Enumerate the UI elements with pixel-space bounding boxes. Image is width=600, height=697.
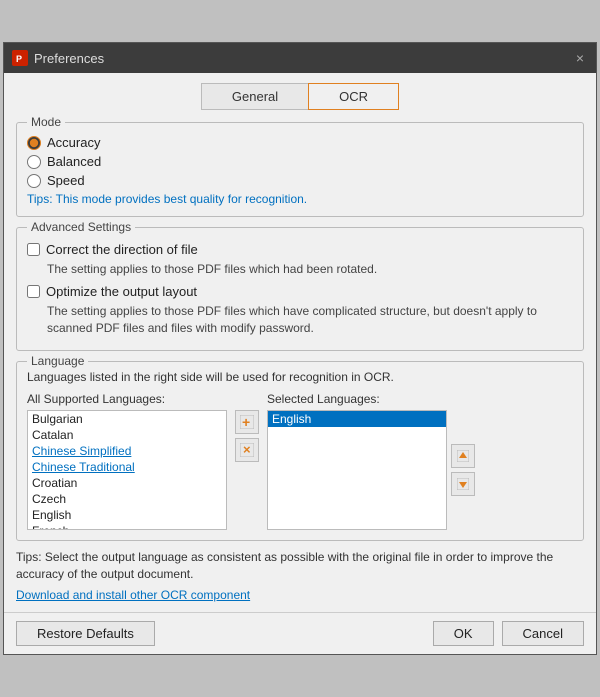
svg-text:+: + [242,415,250,429]
tab-ocr[interactable]: OCR [308,83,399,110]
ok-button[interactable]: OK [433,621,494,646]
selected-languages-label: Selected Languages: [267,392,475,406]
mode-speed-item: Speed [27,173,573,188]
list-item[interactable]: Croatian [28,475,226,491]
language-tips: Tips: Select the output language as cons… [16,549,584,583]
mode-accuracy-label: Accuracy [47,135,100,150]
list-item[interactable]: English [268,411,446,427]
list-item[interactable]: English [28,507,226,523]
list-item[interactable]: French [28,523,226,530]
mode-balanced-item: Balanced [27,154,573,169]
optimize-layout-label: Optimize the output layout [46,284,197,299]
add-language-button[interactable]: + [235,410,259,434]
mode-speed-label: Speed [47,173,85,188]
remove-language-button[interactable]: × [235,438,259,462]
tab-bar: General OCR [16,83,584,110]
advanced-settings-title: Advanced Settings [27,220,135,234]
dialog-content: General OCR Mode Accuracy Balanced Speed [4,73,596,612]
lang-transfer-buttons: + × [235,392,259,462]
dialog-title: Preferences [34,51,104,66]
language-lists: All Supported Languages: Bulgarian Catal… [27,392,573,530]
title-bar: P Preferences × [4,43,596,73]
correct-direction-label: Correct the direction of file [46,242,198,257]
cancel-button[interactable]: Cancel [502,621,584,646]
list-item[interactable]: Chinese Traditional [28,459,226,475]
optimize-layout-checkbox[interactable] [27,285,40,298]
restore-defaults-button[interactable]: Restore Defaults [16,621,155,646]
mode-radio-group: Accuracy Balanced Speed [27,135,573,188]
mode-tips: Tips: This mode provides best quality fo… [27,192,573,206]
language-description: Languages listed in the right side will … [27,370,573,384]
mode-balanced-label: Balanced [47,154,101,169]
dialog-footer: Restore Defaults OK Cancel [4,612,596,654]
all-languages-col: All Supported Languages: Bulgarian Catal… [27,392,227,530]
correct-direction-item: Correct the direction of file [27,242,573,257]
language-section: Language Languages listed in the right s… [16,361,584,541]
all-languages-listbox[interactable]: Bulgarian Catalan Chinese Simplified Chi… [27,410,227,530]
move-up-button[interactable] [451,444,475,468]
selected-languages-listbox[interactable]: English [267,410,447,530]
selected-languages-col: Selected Languages: English [267,392,475,530]
updown-buttons [451,410,475,530]
selected-lang-right: English [267,410,475,530]
correct-direction-desc: The setting applies to those PDF files w… [47,261,573,278]
optimize-layout-item: Optimize the output layout [27,284,573,299]
mode-accuracy-item: Accuracy [27,135,573,150]
advanced-settings-section: Advanced Settings Correct the direction … [16,227,584,351]
list-item[interactable]: Chinese Simplified [28,443,226,459]
download-link[interactable]: Download and install other OCR component [16,588,250,602]
preferences-dialog: P Preferences × General OCR Mode Accurac… [3,42,597,655]
mode-accuracy-radio[interactable] [27,136,41,150]
list-item[interactable]: Catalan [28,427,226,443]
close-button[interactable]: × [572,50,588,66]
all-languages-label: All Supported Languages: [27,392,227,406]
correct-direction-checkbox[interactable] [27,243,40,256]
svg-text:P: P [16,54,22,64]
list-item[interactable]: Bulgarian [28,411,226,427]
app-icon: P [12,50,28,66]
optimize-layout-desc: The setting applies to those PDF files w… [47,303,573,337]
list-item[interactable]: Czech [28,491,226,507]
mode-balanced-radio[interactable] [27,155,41,169]
tab-general[interactable]: General [201,83,308,110]
mode-section-title: Mode [27,115,65,129]
footer-right-buttons: OK Cancel [433,621,584,646]
mode-speed-radio[interactable] [27,174,41,188]
svg-text:×: × [243,443,251,457]
title-bar-left: P Preferences [12,50,104,66]
move-down-button[interactable] [451,472,475,496]
language-section-title: Language [27,354,88,368]
mode-section: Mode Accuracy Balanced Speed Tips: This … [16,122,584,217]
